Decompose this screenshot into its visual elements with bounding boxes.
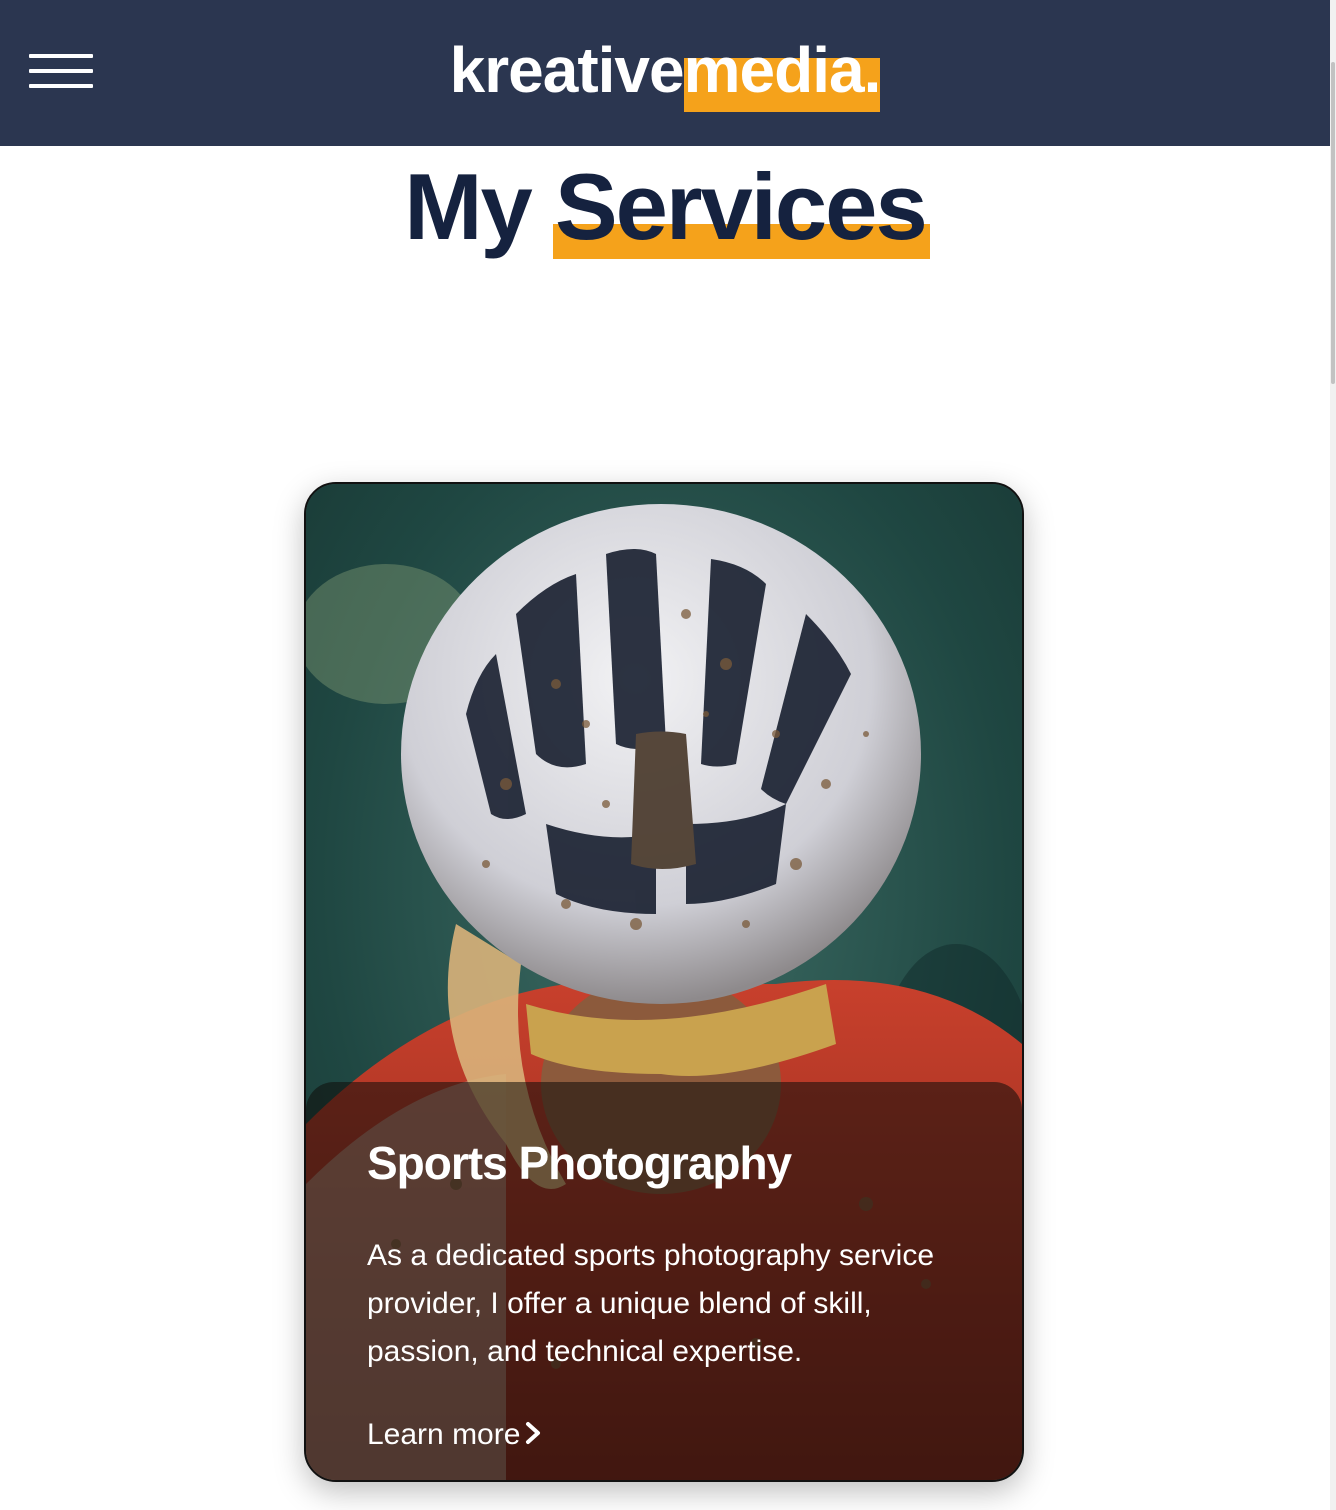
chevron-right-icon (524, 1419, 542, 1453)
learn-more-label: Learn more (367, 1418, 521, 1451)
logo-main-text: kreative (449, 34, 685, 106)
card-title: Sports Photography (367, 1137, 792, 1189)
section-title-plain: My (404, 154, 533, 259)
logo-accent-text: media. (683, 30, 881, 112)
section-title-accent: Services (552, 152, 930, 262)
site-logo[interactable]: kreativemedia. (0, 30, 1330, 112)
learn-more-link[interactable]: Learn more (367, 1418, 542, 1453)
card-description: As a dedicated sports photography servic… (367, 1239, 934, 1368)
service-card[interactable]: Sports Photography As a dedicated sports… (304, 482, 1024, 1482)
section-title: My Services (0, 152, 1330, 262)
site-header: kreativemedia. (0, 0, 1330, 146)
scrollbar-thumb[interactable] (1331, 62, 1335, 384)
